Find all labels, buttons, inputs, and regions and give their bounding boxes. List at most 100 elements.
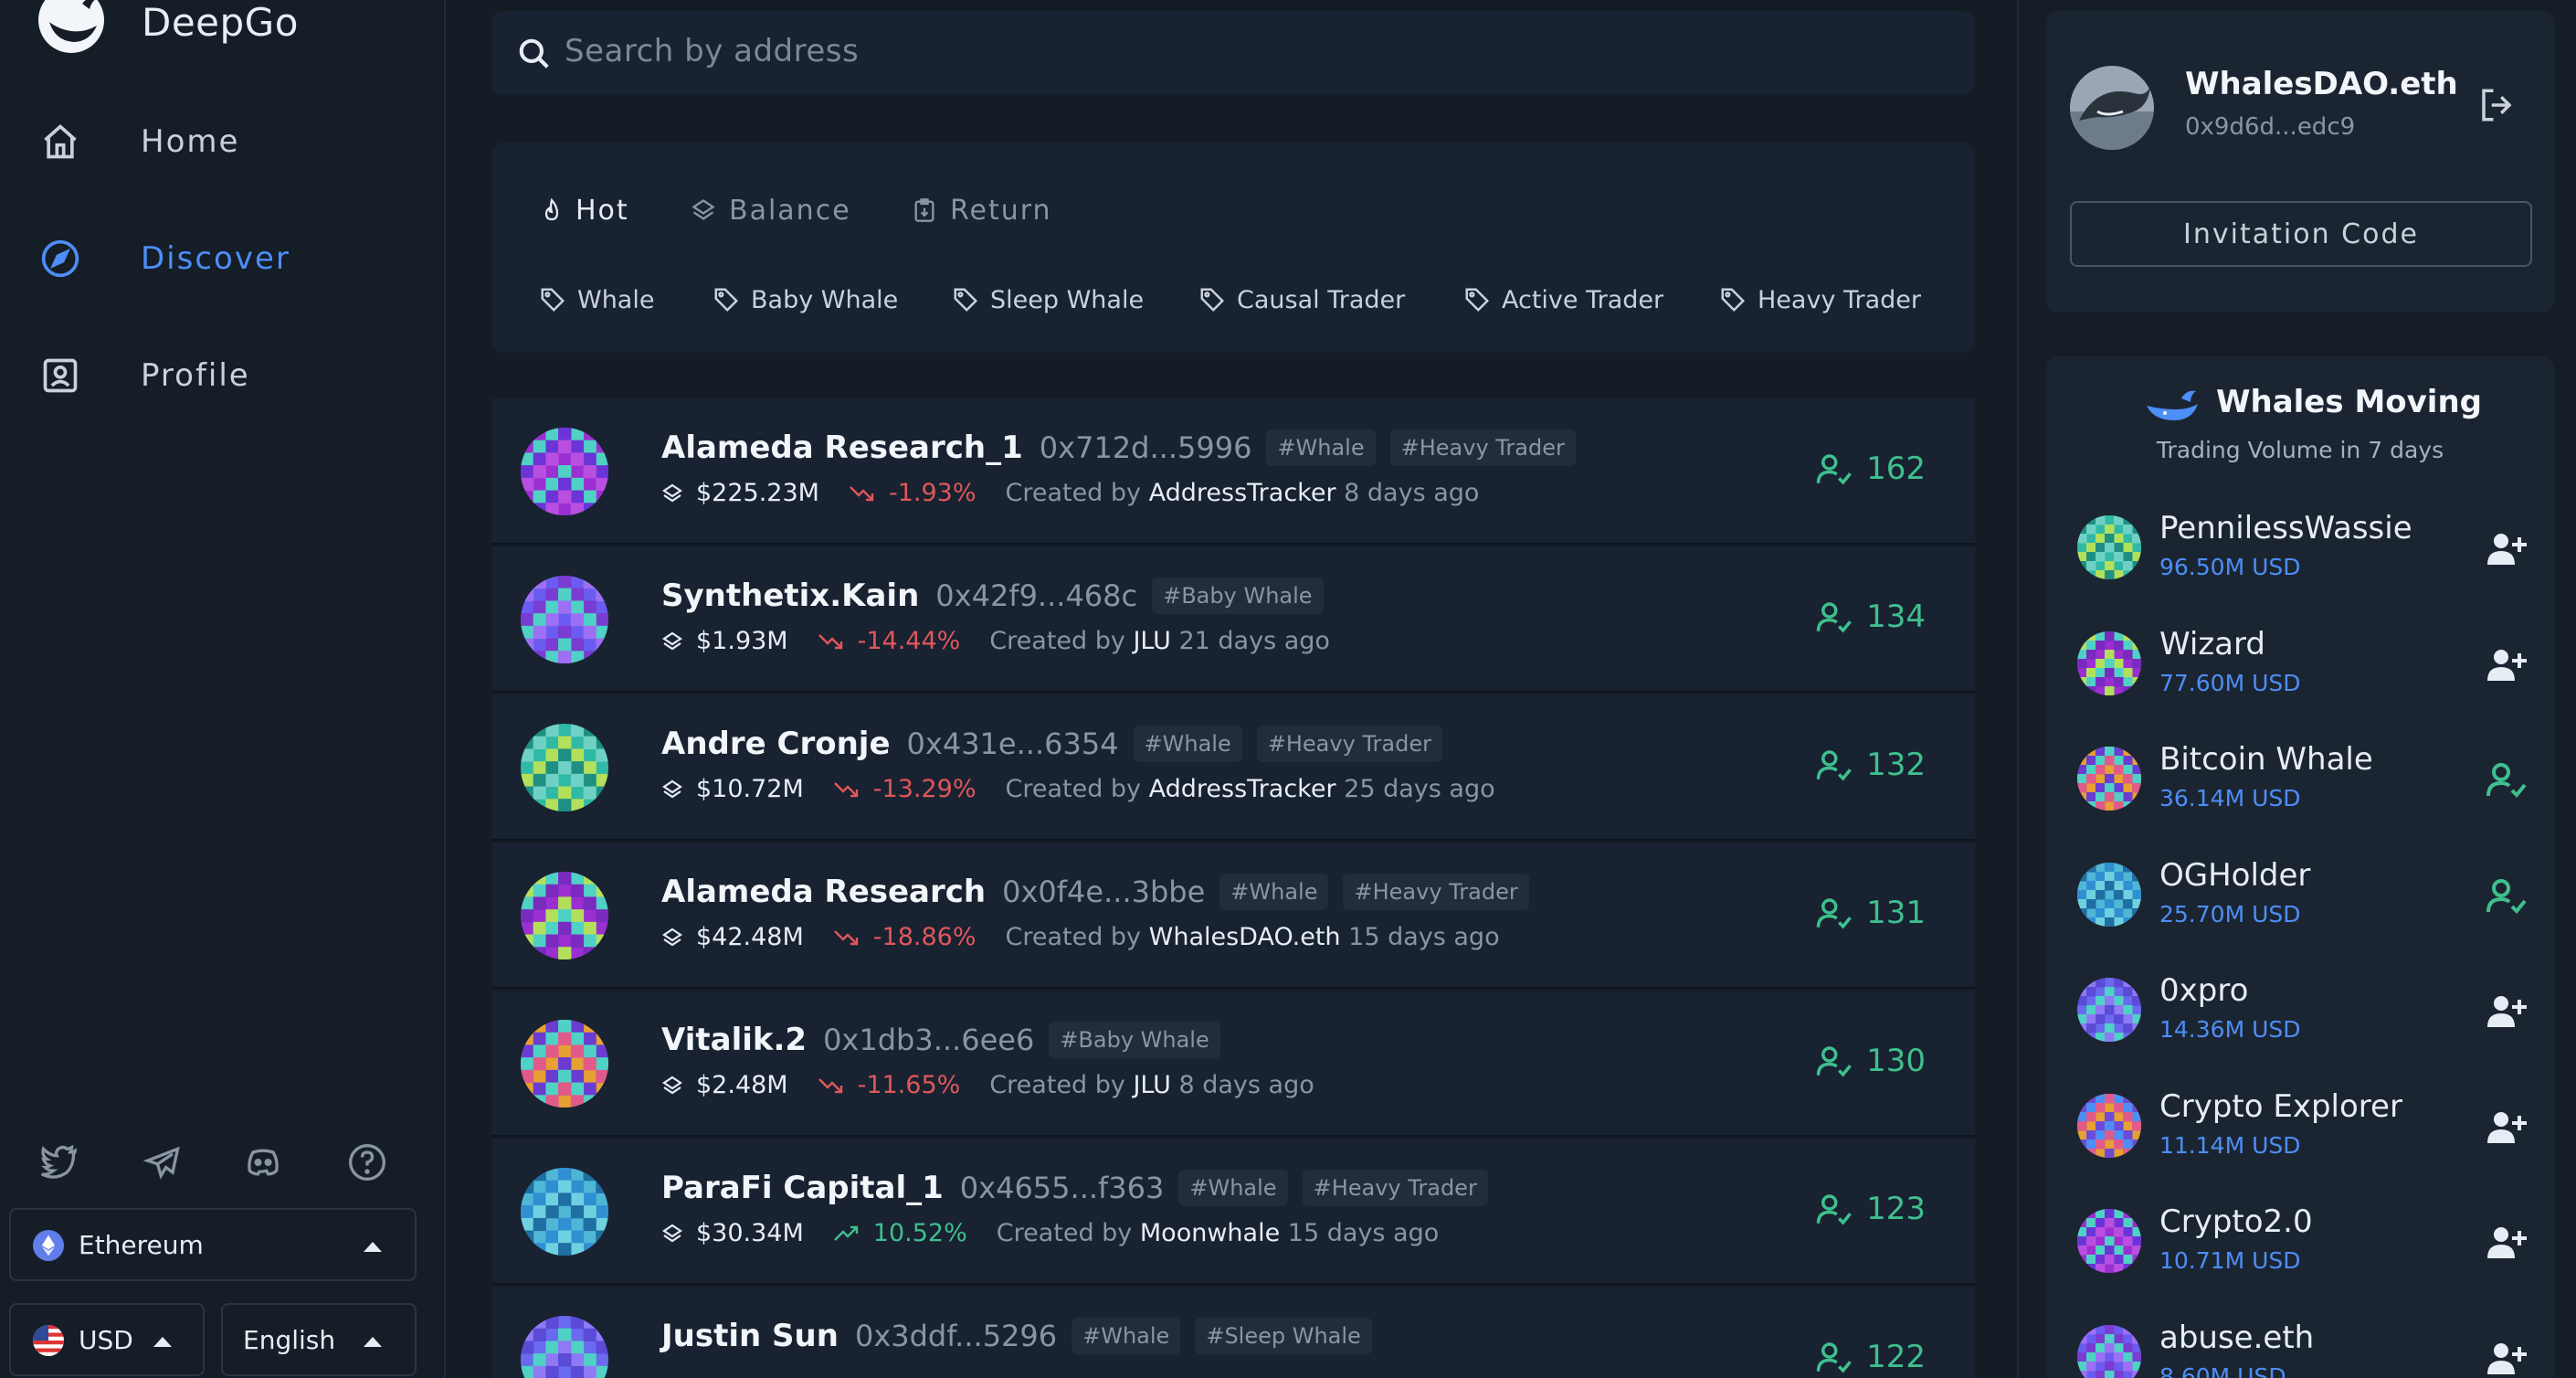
row-address[interactable]: 0x42f9...468c — [935, 578, 1137, 613]
avatar[interactable] — [2070, 66, 2154, 150]
avatar[interactable] — [2077, 862, 2141, 927]
table-row[interactable]: Vitalik.2 0x1db3...6ee6 #Baby Whale $2.4… — [491, 991, 1975, 1137]
row-name[interactable]: Andre Cronje — [661, 726, 891, 762]
tag-filter-causal-trader[interactable]: Causal Trader — [1198, 281, 1405, 318]
followed-icon[interactable] — [1815, 894, 1866, 932]
tag-filter-baby-whale[interactable]: Baby Whale — [713, 281, 898, 318]
avatar[interactable] — [521, 872, 608, 959]
twitter-icon[interactable] — [38, 1142, 79, 1182]
telegram-icon[interactable] — [143, 1142, 183, 1182]
row-address[interactable]: 0x0f4e...3bbe — [1002, 874, 1205, 909]
tab-return[interactable]: Return — [912, 190, 1052, 230]
tag-filter-whale[interactable]: Whale — [539, 281, 654, 318]
whale-name[interactable]: PennilessWassie — [2159, 510, 2412, 546]
whale-name[interactable]: Crypto2.0 — [2159, 1203, 2313, 1240]
followed-icon[interactable] — [1815, 1042, 1866, 1080]
row-creator[interactable]: WhalesDAO.eth — [1149, 923, 1341, 951]
language-select[interactable]: English — [221, 1303, 417, 1376]
nav-home[interactable]: Home — [0, 96, 444, 187]
whale-moving-item[interactable]: Crypto2.0 10.71M USD — [2046, 1183, 2554, 1298]
row-name[interactable]: Synthetix.Kain — [661, 578, 919, 614]
row-address[interactable]: 0x431e...6354 — [907, 726, 1119, 761]
table-row[interactable]: Justin Sun 0x3ddf...5296 #Whale #Sleep Wh… — [491, 1287, 1975, 1378]
nav-profile[interactable]: Profile — [0, 330, 444, 421]
add-user-icon[interactable] — [2485, 1336, 2528, 1378]
avatar[interactable] — [2077, 1093, 2141, 1158]
row-tag[interactable]: #Baby Whale — [1049, 1022, 1220, 1058]
whale-moving-item[interactable]: Crypto Explorer 11.14M USD — [2046, 1068, 2554, 1183]
avatar[interactable] — [521, 1020, 608, 1108]
followed-icon[interactable] — [2485, 758, 2528, 801]
avatar[interactable] — [521, 724, 608, 811]
row-name[interactable]: Alameda Research — [661, 874, 986, 910]
row-creator[interactable]: Moonwhale — [1140, 1219, 1280, 1247]
avatar[interactable] — [521, 1316, 608, 1378]
tab-balance[interactable]: Balance — [691, 190, 851, 230]
network-select[interactable]: Ethereum — [9, 1208, 417, 1281]
currency-select[interactable]: USD — [9, 1303, 205, 1376]
row-tag[interactable]: #Whale — [1178, 1170, 1288, 1206]
row-name[interactable]: Justin Sun — [661, 1318, 839, 1354]
avatar[interactable] — [521, 1168, 608, 1256]
row-name[interactable]: Alameda Research_1 — [661, 429, 1023, 466]
whale-moving-item[interactable]: OGHolder 25.70M USD — [2046, 837, 2554, 952]
discord-icon[interactable] — [243, 1142, 283, 1182]
row-address[interactable]: 0x4655...f363 — [960, 1171, 1165, 1205]
row-tag[interactable]: #Sleep Whale — [1195, 1318, 1372, 1354]
avatar[interactable] — [2077, 515, 2141, 579]
followed-icon[interactable] — [2485, 874, 2528, 917]
whale-moving-item[interactable]: Bitcoin Whale 36.14M USD — [2046, 721, 2554, 836]
tag-filter-sleep-whale[interactable]: Sleep Whale — [952, 281, 1144, 318]
tab-hot[interactable]: Hot — [541, 190, 629, 230]
avatar[interactable] — [521, 576, 608, 663]
row-creator[interactable]: AddressTracker — [1149, 775, 1336, 803]
add-user-icon[interactable] — [2485, 642, 2528, 686]
row-creator[interactable]: JLU — [1133, 1071, 1170, 1099]
row-name[interactable]: ParaFi Capital_1 — [661, 1170, 944, 1206]
add-user-icon[interactable] — [2485, 526, 2528, 570]
help-icon[interactable] — [347, 1142, 387, 1182]
tag-filter-heavy-trader[interactable]: Heavy Trader — [1719, 281, 1921, 318]
row-tag[interactable]: #Heavy Trader — [1302, 1170, 1488, 1206]
row-creator[interactable]: JLU — [1133, 627, 1170, 655]
avatar[interactable] — [2077, 631, 2141, 695]
row-address[interactable]: 0x712d...5996 — [1040, 430, 1252, 465]
whale-name[interactable]: Crypto Explorer — [2159, 1088, 2402, 1125]
whale-moving-item[interactable]: Wizard 77.60M USD — [2046, 606, 2554, 721]
row-tag[interactable]: #Heavy Trader — [1256, 726, 1442, 762]
whale-moving-item[interactable]: abuse.eth 8.60M USD — [2046, 1299, 2554, 1378]
row-tag[interactable]: #Whale — [1133, 726, 1242, 762]
row-tag[interactable]: #Whale — [1266, 429, 1376, 466]
table-row[interactable]: ParaFi Capital_1 0x4655...f363 #Whale #He… — [491, 1139, 1975, 1285]
whale-name[interactable]: 0xpro — [2159, 972, 2248, 1009]
whale-name[interactable]: Bitcoin Whale — [2159, 741, 2373, 778]
nav-discover[interactable]: Discover — [0, 213, 444, 304]
add-user-icon[interactable] — [2485, 989, 2528, 1033]
invitation-code-button[interactable]: Invitation Code — [2070, 201, 2532, 267]
followed-icon[interactable] — [1815, 598, 1866, 636]
avatar[interactable] — [2077, 1324, 2141, 1378]
add-user-icon[interactable] — [2485, 1105, 2528, 1149]
add-user-icon[interactable] — [2485, 1220, 2528, 1264]
row-tag[interactable]: #Baby Whale — [1152, 578, 1324, 614]
avatar[interactable] — [2077, 1209, 2141, 1273]
row-tag[interactable]: #Heavy Trader — [1343, 874, 1529, 910]
row-creator[interactable]: AddressTracker — [1149, 479, 1336, 507]
row-tag[interactable]: #Whale — [1219, 874, 1329, 910]
logout-icon[interactable] — [2477, 86, 2516, 124]
whale-name[interactable]: abuse.eth — [2159, 1320, 2314, 1356]
whale-moving-item[interactable]: PennilessWassie 96.50M USD — [2046, 490, 2554, 605]
followed-icon[interactable] — [1815, 746, 1866, 784]
row-name[interactable]: Vitalik.2 — [661, 1022, 807, 1058]
followed-icon[interactable] — [1815, 1338, 1866, 1376]
row-tag[interactable]: #Heavy Trader — [1389, 429, 1576, 466]
row-address[interactable]: 0x3ddf...5296 — [855, 1319, 1057, 1353]
table-row[interactable]: Alameda Research_1 0x712d...5996 #Whale #… — [491, 398, 1975, 545]
avatar[interactable] — [2077, 747, 2141, 811]
row-address[interactable]: 0x1db3...6ee6 — [823, 1023, 1034, 1057]
whale-name[interactable]: OGHolder — [2159, 857, 2310, 894]
avatar[interactable] — [521, 428, 608, 515]
followed-icon[interactable] — [1815, 1190, 1866, 1228]
search-input[interactable]: Search by address — [565, 33, 859, 69]
table-row[interactable]: Andre Cronje 0x431e...6354 #Whale #Heavy … — [491, 694, 1975, 841]
